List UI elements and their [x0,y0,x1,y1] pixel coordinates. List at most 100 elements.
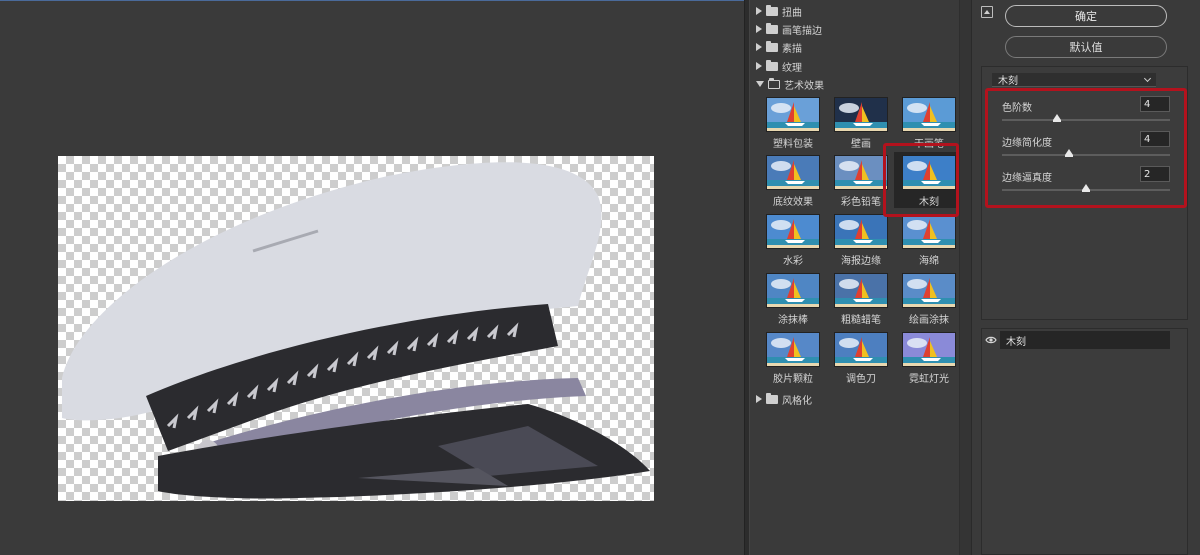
thumbnail-image [902,273,956,308]
category-label: 风格化 [782,395,812,407]
effect-layer-name: 木刻 [1000,331,1170,349]
filter-thumb-label: 调色刀 [846,374,876,385]
settings-panel: 确定 默认值 木刻 色阶数 4 边缘简化度 4 边缘逼真度 2 木刻 [973,0,1200,555]
param-slider-track[interactable] [1002,184,1170,192]
param-label: 色阶数 [1002,103,1032,114]
param-input[interactable]: 4 [1140,131,1170,147]
category-label: 素描 [782,43,802,55]
filter-thumb[interactable]: 涂抹棒 [758,270,828,326]
filter-thumb-label: 底纹效果 [773,197,813,208]
chevron-down-icon [1143,74,1152,82]
slider-thumb[interactable] [1053,114,1062,122]
filter-thumb[interactable]: 水彩 [758,211,828,267]
category-brush-strokes[interactable]: 画笔描边 [756,20,956,38]
collapse-gallery-button[interactable] [981,6,993,18]
filter-thumb-label: 粗糙蜡笔 [841,315,881,326]
filter-thumb[interactable]: 粗糙蜡笔 [826,270,896,326]
filter-thumb[interactable]: 霓虹灯光 [894,329,964,385]
category-texture[interactable]: 纹理 [756,57,956,75]
filter-settings-box: 木刻 色阶数 4 边缘简化度 4 边缘逼真度 2 [981,66,1188,320]
filter-thumb[interactable]: 海报边缘 [826,211,896,267]
param-edge-fidelity: 边缘逼真度 2 [1000,166,1170,198]
thumbnail-image [902,155,956,190]
filter-thumb[interactable]: 彩色铅笔 [826,152,896,208]
filter-thumb[interactable]: 塑料包装 [758,94,828,150]
filter-thumb-label: 胶片颗粒 [773,374,813,385]
slider-thumb[interactable] [1082,184,1090,192]
category-artistic[interactable]: 艺术效果 [756,75,956,93]
param-edge-simplicity: 边缘简化度 4 [1000,131,1170,163]
filter-thumb-label: 彩色铅笔 [841,197,881,208]
filter-thumb-label: 霓虹灯光 [909,374,949,385]
preview-area[interactable] [0,0,744,555]
preview-canvas[interactable] [58,156,654,501]
thumbnail-image [902,214,956,249]
thumbnail-image [766,97,820,132]
category-label: 扭曲 [782,7,802,19]
folder-icon [766,392,778,404]
filter-thumb[interactable]: 绘画涂抹 [894,270,964,326]
filter-thumb-label: 海绵 [919,256,939,267]
thumbnail-image [902,332,956,367]
filter-thumb-label: 绘画涂抹 [909,315,949,326]
filter-thumb-label: 壁画 [851,139,871,150]
filter-thumb[interactable]: 海绵 [894,211,964,267]
category-label: 画笔描边 [782,25,822,37]
filter-thumb-label: 塑料包装 [773,139,813,150]
expand-arrow-icon [756,7,762,15]
thumbnail-image [766,332,820,367]
filter-thumb-label: 木刻 [919,197,939,208]
thumbnail-image [834,332,888,367]
filter-thumb[interactable]: 壁画 [826,94,896,150]
category-label: 艺术效果 [784,80,824,92]
category-sketch[interactable]: 素描 [756,38,956,56]
filter-gallery: 扭曲 画笔描边 素描 纹理 艺术效果 塑料包装 壁画 干画笔底纹效果 彩色铅笔 木刻水彩… [750,0,972,555]
thumbnail-image [902,97,956,132]
expand-arrow-icon [756,62,762,70]
expand-arrow-icon [756,43,762,51]
filter-thumb[interactable]: 调色刀 [826,329,896,385]
filter-thumb-label: 海报边缘 [841,256,881,267]
category-label: 纹理 [782,62,802,74]
slider-thumb[interactable] [1065,149,1074,157]
ok-button[interactable]: 确定 [1005,5,1167,27]
thumbnail-image [766,155,820,190]
filter-thumb[interactable]: 底纹效果 [758,152,828,208]
folder-icon [766,22,778,34]
param-input[interactable]: 4 [1140,96,1170,112]
folder-open-icon [768,77,780,89]
cap-image [62,162,650,499]
filter-thumb-label: 涂抹棒 [778,315,808,326]
category-distort[interactable]: 扭曲 [756,2,956,20]
thumbnail-image [834,214,888,249]
filter-select[interactable]: 木刻 [992,73,1156,87]
filter-thumb-label: 干画笔 [914,139,944,150]
folder-icon [766,40,778,52]
effect-layers-box: 木刻 [981,328,1188,555]
effect-layer-row[interactable]: 木刻 [982,331,1170,349]
thumbnail-image [766,273,820,308]
thumbnail-image [766,214,820,249]
param-slider-track[interactable] [1002,149,1170,157]
thumbnail-image [834,155,888,190]
gallery-scrollbar[interactable] [959,0,971,555]
param-label: 边缘逼真度 [1002,173,1052,184]
expand-arrow-icon [756,395,762,403]
filter-thumb-label: 水彩 [783,256,803,267]
filter-thumb[interactable]: 胶片颗粒 [758,329,828,385]
collapse-arrow-icon [756,81,764,87]
default-button[interactable]: 默认值 [1005,36,1167,58]
expand-arrow-icon [756,25,762,33]
category-stylize[interactable]: 风格化 [756,390,956,408]
folder-icon [766,59,778,71]
eye-icon[interactable] [982,331,1000,349]
param-slider-track[interactable] [1002,114,1170,122]
collapse-arrow-icon [984,10,990,14]
folder-icon [766,4,778,16]
param-input[interactable]: 2 [1140,166,1170,182]
param-levels: 色阶数 4 [1000,96,1170,128]
filter-thumb[interactable]: 木刻 [894,152,964,208]
filter-select-value: 木刻 [998,76,1018,87]
thumbnail-image [834,273,888,308]
filter-thumb[interactable]: 干画笔 [894,94,964,150]
